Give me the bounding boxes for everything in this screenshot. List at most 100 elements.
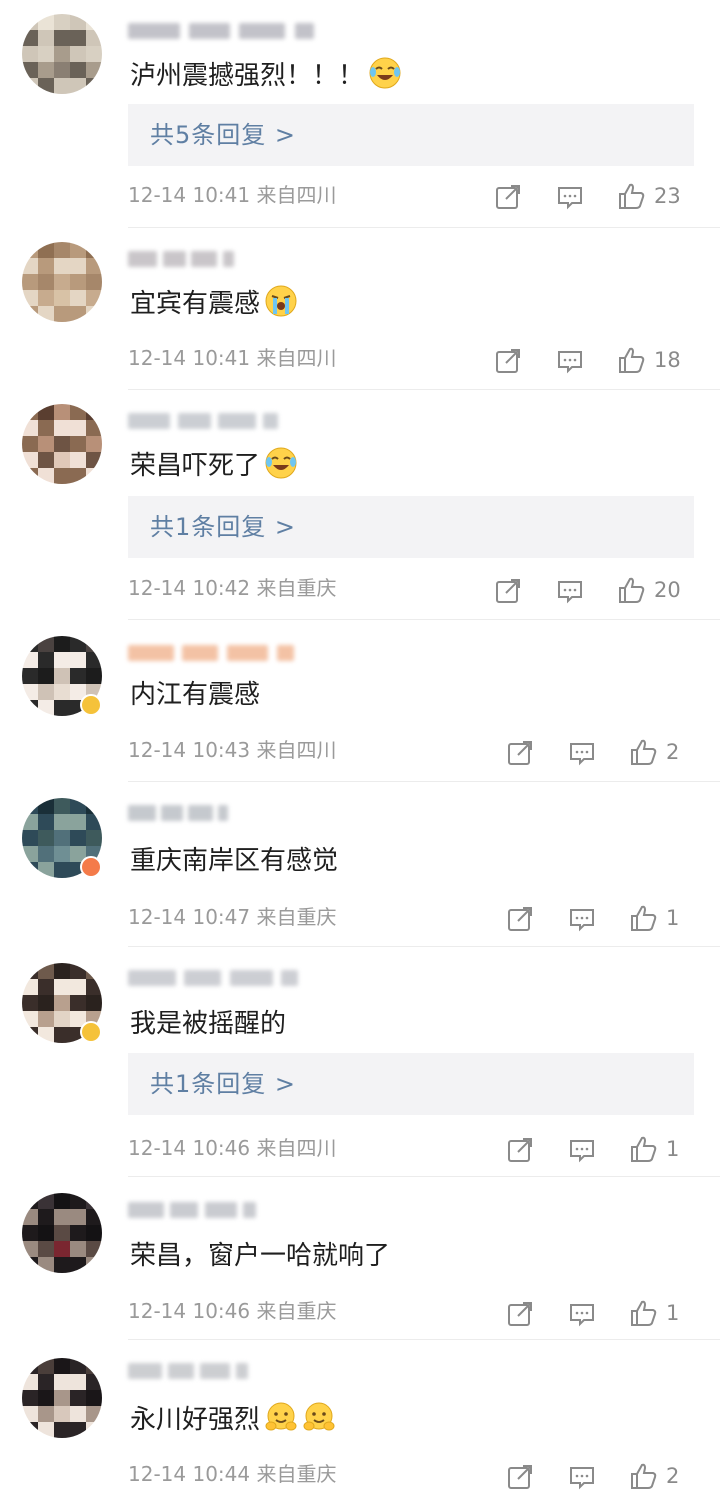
username-blurred[interactable] [128, 248, 234, 270]
like-button[interactable] [628, 1134, 658, 1164]
reply-thread-link[interactable]: 共1条回复 > [128, 1053, 694, 1115]
share-icon [493, 579, 523, 610]
like-button[interactable] [628, 737, 658, 767]
reply-button[interactable] [567, 904, 597, 934]
like-count: 1 [666, 906, 680, 930]
comment-meta: 12-14 10:44 来自重庆 [128, 1460, 336, 1488]
comment-text: 泸州震撼强烈！！！ [130, 56, 402, 93]
reply-button[interactable] [555, 182, 585, 212]
comment-item: 宜宾有震感 12-14 10:41 来自四川 18 [0, 228, 720, 390]
forward-button[interactable] [505, 1462, 535, 1492]
verified-badge-icon [80, 694, 102, 716]
comment-item: 永川好强烈 12-14 10:44 来自重庆 2 [0, 1340, 720, 1510]
like-button[interactable] [616, 345, 646, 375]
comment-meta: 12-14 10:47 来自重庆 [128, 903, 336, 931]
thumbs-up-icon [616, 183, 646, 215]
comment-location: 来自重庆 [256, 905, 337, 929]
share-icon [493, 349, 523, 380]
comment-text: 荣昌吓死了 [130, 446, 298, 483]
reply-button[interactable] [567, 738, 597, 768]
reply-button[interactable] [567, 1135, 597, 1165]
avatar[interactable] [22, 14, 102, 94]
forward-button[interactable] [493, 182, 523, 212]
reply-button[interactable] [555, 346, 585, 376]
username-blurred[interactable] [128, 642, 294, 664]
share-icon [505, 1302, 535, 1333]
comment-text-content: 重庆南岸区有感觉 [130, 846, 339, 876]
reply-count-label: 共1条回复 > [150, 1070, 297, 1098]
reply-count-label: 共1条回复 > [150, 513, 297, 541]
forward-button[interactable] [493, 346, 523, 376]
comment-meta: 12-14 10:43 来自四川 [128, 736, 336, 764]
share-icon [505, 1138, 535, 1169]
username-blurred[interactable] [128, 802, 228, 824]
comment-meta: 12-14 10:42 来自重庆 [128, 574, 336, 602]
comment-text-content: 荣昌吓死了 [130, 451, 261, 481]
hug-emoji-icon-2 [303, 1402, 335, 1431]
username-blurred[interactable] [128, 410, 278, 432]
like-button[interactable] [628, 903, 658, 933]
comment-icon [567, 743, 597, 772]
username-blurred[interactable] [128, 20, 314, 42]
comment-meta: 12-14 10:46 来自四川 [128, 1134, 336, 1162]
share-icon [505, 741, 535, 772]
thumbs-up-icon [616, 347, 646, 379]
reply-thread-link[interactable]: 共1条回复 > [128, 496, 694, 558]
like-button[interactable] [628, 1461, 658, 1491]
comment-item: 我是被摇醒的共1条回复 > 12-14 10:46 来自四川 1 [0, 947, 720, 1177]
like-count: 23 [654, 184, 681, 208]
forward-button[interactable] [505, 904, 535, 934]
comment-text: 我是被摇醒的 [130, 1007, 286, 1041]
username-blurred[interactable] [128, 1199, 256, 1221]
comment-item: 荣昌吓死了共1条回复 > 12-14 10:42 来自重庆 20 [0, 390, 720, 620]
laugh-cry-emoji-icon [369, 57, 401, 89]
like-count: 1 [666, 1137, 680, 1161]
thumbs-up-icon [628, 1463, 658, 1495]
forward-button[interactable] [505, 738, 535, 768]
thumbs-up-icon [616, 577, 646, 609]
comment-icon [555, 187, 585, 216]
comment-time: 12-14 10:47 [128, 905, 251, 929]
like-count: 2 [666, 1464, 680, 1488]
like-button[interactable] [616, 181, 646, 211]
laugh-cry-emoji-icon [265, 447, 297, 479]
comment-text-content: 内江有震感 [130, 680, 261, 710]
reply-button[interactable] [555, 576, 585, 606]
comment-location: 来自四川 [256, 346, 337, 370]
verified-badge-icon [80, 856, 102, 878]
share-icon [505, 907, 535, 938]
avatar[interactable] [22, 242, 102, 322]
forward-button[interactable] [493, 576, 523, 606]
comment-text: 荣昌，窗户一哈就响了 [130, 1239, 390, 1273]
comment-time: 12-14 10:41 [128, 346, 251, 370]
thumbs-up-icon [628, 1300, 658, 1332]
forward-button[interactable] [505, 1135, 535, 1165]
reply-button[interactable] [567, 1299, 597, 1329]
comment-time: 12-14 10:44 [128, 1462, 251, 1486]
like-button[interactable] [616, 575, 646, 605]
comment-text: 重庆南岸区有感觉 [130, 844, 338, 878]
reply-button[interactable] [567, 1462, 597, 1492]
avatar[interactable] [22, 404, 102, 484]
reply-thread-link[interactable]: 共5条回复 > [128, 104, 694, 166]
comment-location: 来自四川 [256, 1136, 337, 1160]
forward-button[interactable] [505, 1299, 535, 1329]
like-button[interactable] [628, 1298, 658, 1328]
comment-meta: 12-14 10:41 来自四川 [128, 344, 336, 372]
comment-icon [555, 581, 585, 610]
comment-item: 内江有震感 12-14 10:43 来自四川 2 [0, 620, 720, 782]
comment-text: 内江有震感 [130, 678, 260, 712]
avatar[interactable] [22, 1358, 102, 1438]
comment-meta: 12-14 10:46 来自重庆 [128, 1297, 336, 1325]
comment-item: 重庆南岸区有感觉 12-14 10:47 来自重庆 1 [0, 782, 720, 947]
comment-location: 来自重庆 [256, 1299, 337, 1323]
avatar[interactable] [22, 1193, 102, 1273]
like-count: 20 [654, 578, 681, 602]
thumbs-up-icon [628, 905, 658, 937]
username-blurred[interactable] [128, 1360, 248, 1382]
comment-text-content: 荣昌，窗户一哈就响了 [130, 1241, 391, 1271]
share-icon [505, 1465, 535, 1496]
comment-item: 泸州震撼强烈！！！ 共5条回复 > 12-14 10:41 来自四川 23 [0, 0, 720, 228]
comment-icon [567, 1304, 597, 1333]
username-blurred[interactable] [128, 967, 298, 989]
